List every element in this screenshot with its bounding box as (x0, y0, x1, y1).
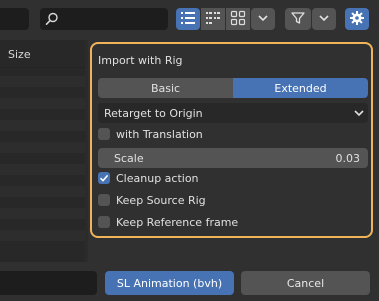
horizontal-list-icon (205, 10, 221, 29)
filter-dropdown[interactable] (312, 8, 336, 30)
settings-toggle-button[interactable] (345, 8, 369, 30)
list-item[interactable] (0, 76, 85, 87)
list-item[interactable] (0, 186, 85, 197)
chevron-down-icon (257, 12, 269, 27)
search-input[interactable] (40, 8, 168, 30)
checkbox-label: Keep Reference frame (116, 215, 239, 229)
header-divider (0, 67, 85, 68)
cleanup-action-checkbox[interactable]: Cleanup action (98, 169, 199, 187)
mode-tabs: Basic Extended (98, 78, 368, 98)
cancel-button[interactable]: Cancel (241, 271, 370, 295)
scale-value: 0.03 (335, 151, 361, 165)
keep-reference-frame-checkbox[interactable]: Keep Reference frame (98, 213, 238, 231)
chevron-down-icon (318, 12, 330, 27)
import-settings-panel: Import with Rig Basic Extended Retarget … (88, 40, 379, 262)
scale-field[interactable]: Scale 0.03 (98, 148, 368, 168)
vertical-list-view-button[interactable] (176, 8, 200, 30)
vertical-list-icon (180, 10, 196, 29)
checkbox-label: Keep Source Rig (116, 193, 206, 207)
list-item[interactable] (0, 142, 85, 153)
tab-basic[interactable]: Basic (98, 78, 233, 98)
list-item[interactable] (0, 120, 85, 131)
tab-extended[interactable]: Extended (233, 78, 368, 98)
list-item[interactable] (0, 164, 85, 175)
list-item[interactable] (0, 230, 85, 241)
list-item[interactable] (0, 208, 85, 219)
chevron-down-icon (353, 107, 365, 119)
checkbox-box[interactable] (98, 194, 110, 206)
checkmark-icon (99, 174, 109, 182)
search-icon (44, 11, 60, 27)
keep-source-rig-checkbox[interactable]: Keep Source Rig (98, 191, 206, 209)
gear-icon (349, 10, 365, 29)
checkbox-label: Cleanup action (116, 171, 199, 185)
file-browser-window: Size Import with Rig Basic Extended Reta… (0, 0, 379, 301)
column-header-size[interactable]: Size (0, 44, 85, 66)
filter-icon (290, 10, 306, 29)
import-button[interactable]: SL Animation (bvh) (105, 271, 234, 295)
with-translation-checkbox[interactable]: with Translation (98, 125, 203, 143)
import-with-rig-section: Import with Rig Basic Extended Retarget … (90, 42, 373, 238)
list-item[interactable] (0, 98, 85, 109)
scale-label: Scale (114, 151, 144, 165)
checkbox-box[interactable] (98, 216, 110, 228)
file-list[interactable]: Size (0, 40, 85, 262)
directory-path-field[interactable] (0, 8, 29, 30)
retarget-dropdown[interactable]: Retarget to Origin (98, 103, 368, 123)
display-mode-dropdown[interactable] (251, 8, 275, 30)
retarget-value: Retarget to Origin (104, 106, 203, 120)
checkbox-box[interactable] (98, 172, 110, 184)
section-title: Import with Rig (98, 54, 183, 67)
bottom-bar: SL Animation (bvh) Cancel (0, 262, 379, 301)
checkbox-label: with Translation (116, 127, 203, 141)
horizontal-list-view-button[interactable] (201, 8, 225, 30)
top-toolbar (0, 0, 379, 40)
filter-toggle-button[interactable] (285, 8, 311, 30)
thumbnails-icon (230, 10, 246, 29)
filename-input[interactable] (0, 271, 97, 295)
thumbnail-view-button[interactable] (226, 8, 250, 30)
checkbox-box[interactable] (98, 128, 110, 140)
